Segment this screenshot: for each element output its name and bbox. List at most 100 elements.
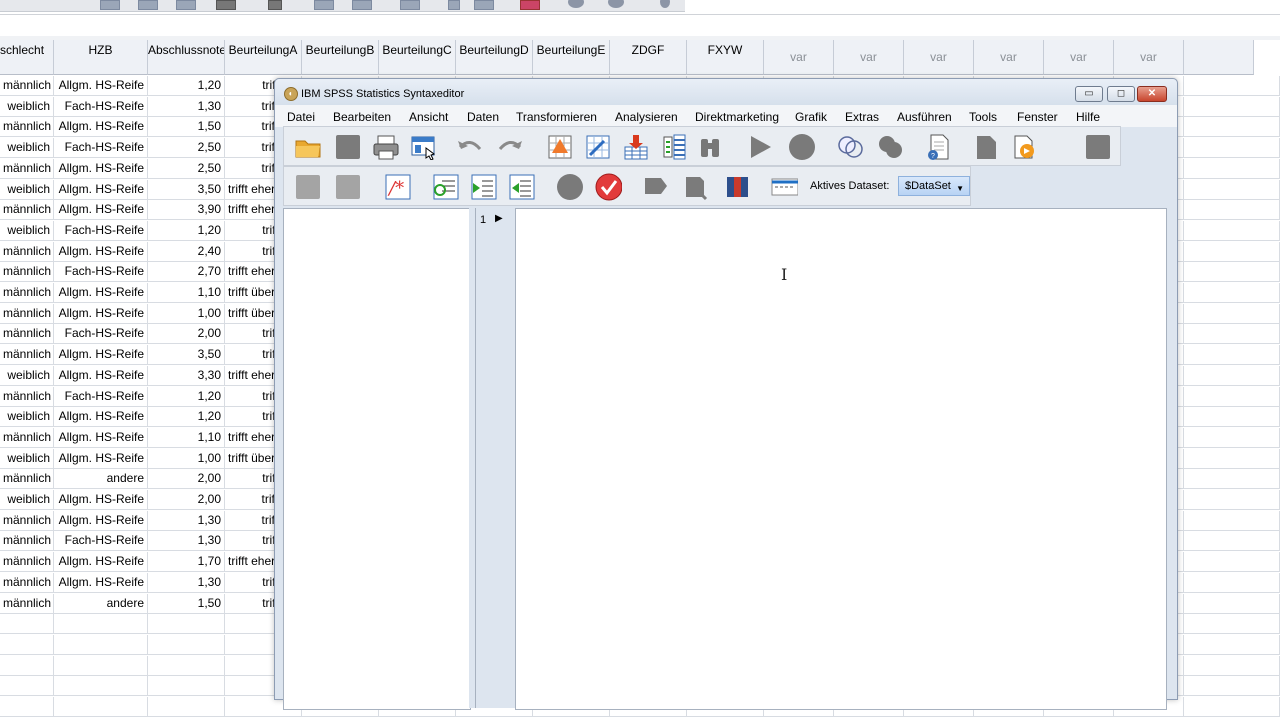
syntax-navigation-pane[interactable]: [283, 208, 471, 710]
column-header[interactable]: schlecht: [0, 40, 54, 75]
book-icon[interactable]: [724, 173, 752, 201]
table-cell[interactable]: [1184, 96, 1280, 117]
table-cell[interactable]: [1184, 117, 1280, 138]
column-header[interactable]: var: [904, 40, 974, 75]
column-header[interactable]: var: [764, 40, 834, 75]
table-cell[interactable]: [1184, 179, 1280, 200]
active-dataset-dropdown[interactable]: $DataSet ▼: [898, 176, 970, 196]
table-cell[interactable]: [1184, 241, 1280, 262]
indent-left-icon[interactable]: [508, 173, 536, 201]
table-cell[interactable]: [0, 655, 54, 676]
table-cell[interactable]: Allgm. HS-Reife: [54, 448, 148, 469]
table-cell[interactable]: [148, 697, 225, 717]
table-cell[interactable]: männlich: [0, 552, 54, 573]
table-cell[interactable]: männlich: [0, 303, 54, 324]
table-cell[interactable]: [0, 697, 54, 717]
table-cell[interactable]: Fach-HS-Reife: [54, 96, 148, 117]
table-cell[interactable]: [148, 676, 225, 697]
table-cell[interactable]: 1,00: [148, 448, 225, 469]
table-cell[interactable]: 2,00: [148, 490, 225, 510]
table-cell[interactable]: [1184, 220, 1280, 241]
table-cell[interactable]: Allgm. HS-Reife: [54, 552, 148, 573]
table-cell[interactable]: 1,10: [148, 283, 225, 303]
table-cell[interactable]: [1184, 634, 1280, 655]
table-cell[interactable]: männlich: [0, 200, 54, 221]
toolbar-icon[interactable]: [138, 0, 158, 10]
table-cell[interactable]: [1184, 138, 1280, 159]
toolbar-icon[interactable]: [520, 0, 540, 10]
table-cell[interactable]: Allgm. HS-Reife: [54, 76, 148, 96]
cell-editor-bar[interactable]: [0, 14, 1280, 38]
toolbar-icon[interactable]: [314, 0, 334, 10]
table-cell[interactable]: weiblich: [0, 407, 54, 428]
indent-icon[interactable]: [432, 173, 460, 201]
table-cell[interactable]: andere: [54, 593, 148, 614]
table-cell[interactable]: Allgm. HS-Reife: [54, 407, 148, 428]
table-cell[interactable]: weiblich: [0, 179, 54, 200]
table-cell[interactable]: 1,50: [148, 593, 225, 614]
table-cell[interactable]: [1184, 469, 1280, 490]
column-header[interactable]: Abschlussnote: [148, 40, 225, 75]
minimize-button[interactable]: ▭: [1075, 86, 1103, 102]
column-header[interactable]: [1184, 40, 1254, 75]
table-cell[interactable]: [1184, 76, 1280, 96]
toolbar-icon[interactable]: [474, 0, 494, 10]
breakpoint-icon[interactable]: [556, 173, 584, 201]
table-cell[interactable]: Allgm. HS-Reife: [54, 427, 148, 448]
table-cell[interactable]: Allgm. HS-Reife: [54, 200, 148, 221]
table-cell[interactable]: weiblich: [0, 220, 54, 241]
table-cell[interactable]: Allgm. HS-Reife: [54, 303, 148, 324]
column-header[interactable]: var: [1044, 40, 1114, 75]
table-cell[interactable]: männlich: [0, 241, 54, 262]
comment-right-icon[interactable]: [334, 173, 362, 201]
table-cell[interactable]: [1184, 448, 1280, 469]
table-cell[interactable]: Allgm. HS-Reife: [54, 241, 148, 262]
menu-datei[interactable]: Datei: [287, 110, 315, 124]
menu-analysieren[interactable]: Analysieren: [615, 110, 678, 124]
close-button[interactable]: ✕: [1137, 86, 1167, 102]
table-cell[interactable]: Allgm. HS-Reife: [54, 117, 148, 138]
table-cell[interactable]: Fach-HS-Reife: [54, 138, 148, 159]
toolbar-icon[interactable]: [400, 0, 420, 10]
column-header[interactable]: BeurteilungE: [533, 40, 610, 75]
table-cell[interactable]: Allgm. HS-Reife: [54, 158, 148, 179]
table-cell[interactable]: [54, 634, 148, 655]
toolbar-icon[interactable]: [100, 0, 120, 10]
menu-transformieren[interactable]: Transformieren: [516, 110, 597, 124]
window-titlebar[interactable]: ◐ IBM SPSS Statistics Syntaxeditor ▭ ◻ ✕: [275, 79, 1177, 105]
menu-extras[interactable]: Extras: [845, 110, 879, 124]
square-icon[interactable]: [1084, 133, 1112, 161]
table-cell[interactable]: [54, 697, 148, 717]
toolbar-icon[interactable]: [176, 0, 196, 10]
table-cell[interactable]: Allgm. HS-Reife: [54, 510, 148, 531]
table-cell[interactable]: weiblich: [0, 490, 54, 510]
venn-icon[interactable]: [836, 133, 864, 161]
menu-bearbeiten[interactable]: Bearbeiten: [333, 110, 391, 124]
table-cell[interactable]: 2,00: [148, 469, 225, 490]
new-file-icon[interactable]: ?: [924, 133, 952, 161]
table-cell[interactable]: Fach-HS-Reife: [54, 531, 148, 552]
goto-variable-icon[interactable]: [584, 133, 612, 161]
bookmark-icon[interactable]: [972, 133, 1000, 161]
import-icon[interactable]: [622, 133, 650, 161]
table-cell[interactable]: 1,30: [148, 572, 225, 593]
table-cell[interactable]: [1184, 386, 1280, 407]
toolbar-circle-icon[interactable]: [568, 0, 584, 8]
table-cell[interactable]: 1,30: [148, 531, 225, 552]
menu-ansicht[interactable]: Ansicht: [409, 110, 448, 124]
table-cell[interactable]: [148, 655, 225, 676]
table-cell[interactable]: 2,70: [148, 262, 225, 283]
table-cell[interactable]: 1,00: [148, 303, 225, 324]
table-cell[interactable]: [54, 676, 148, 697]
table-cell[interactable]: [1184, 490, 1280, 510]
table-cell[interactable]: männlich: [0, 76, 54, 96]
table-cell[interactable]: weiblich: [0, 448, 54, 469]
table-cell[interactable]: 3,30: [148, 365, 225, 386]
table-cell[interactable]: Fach-HS-Reife: [54, 262, 148, 283]
table-cell[interactable]: 1,70: [148, 552, 225, 573]
table-cell[interactable]: [0, 614, 54, 635]
table-cell[interactable]: [1184, 676, 1280, 697]
table-cell[interactable]: 1,20: [148, 386, 225, 407]
table-cell[interactable]: Fach-HS-Reife: [54, 220, 148, 241]
table-cell[interactable]: 1,20: [148, 220, 225, 241]
